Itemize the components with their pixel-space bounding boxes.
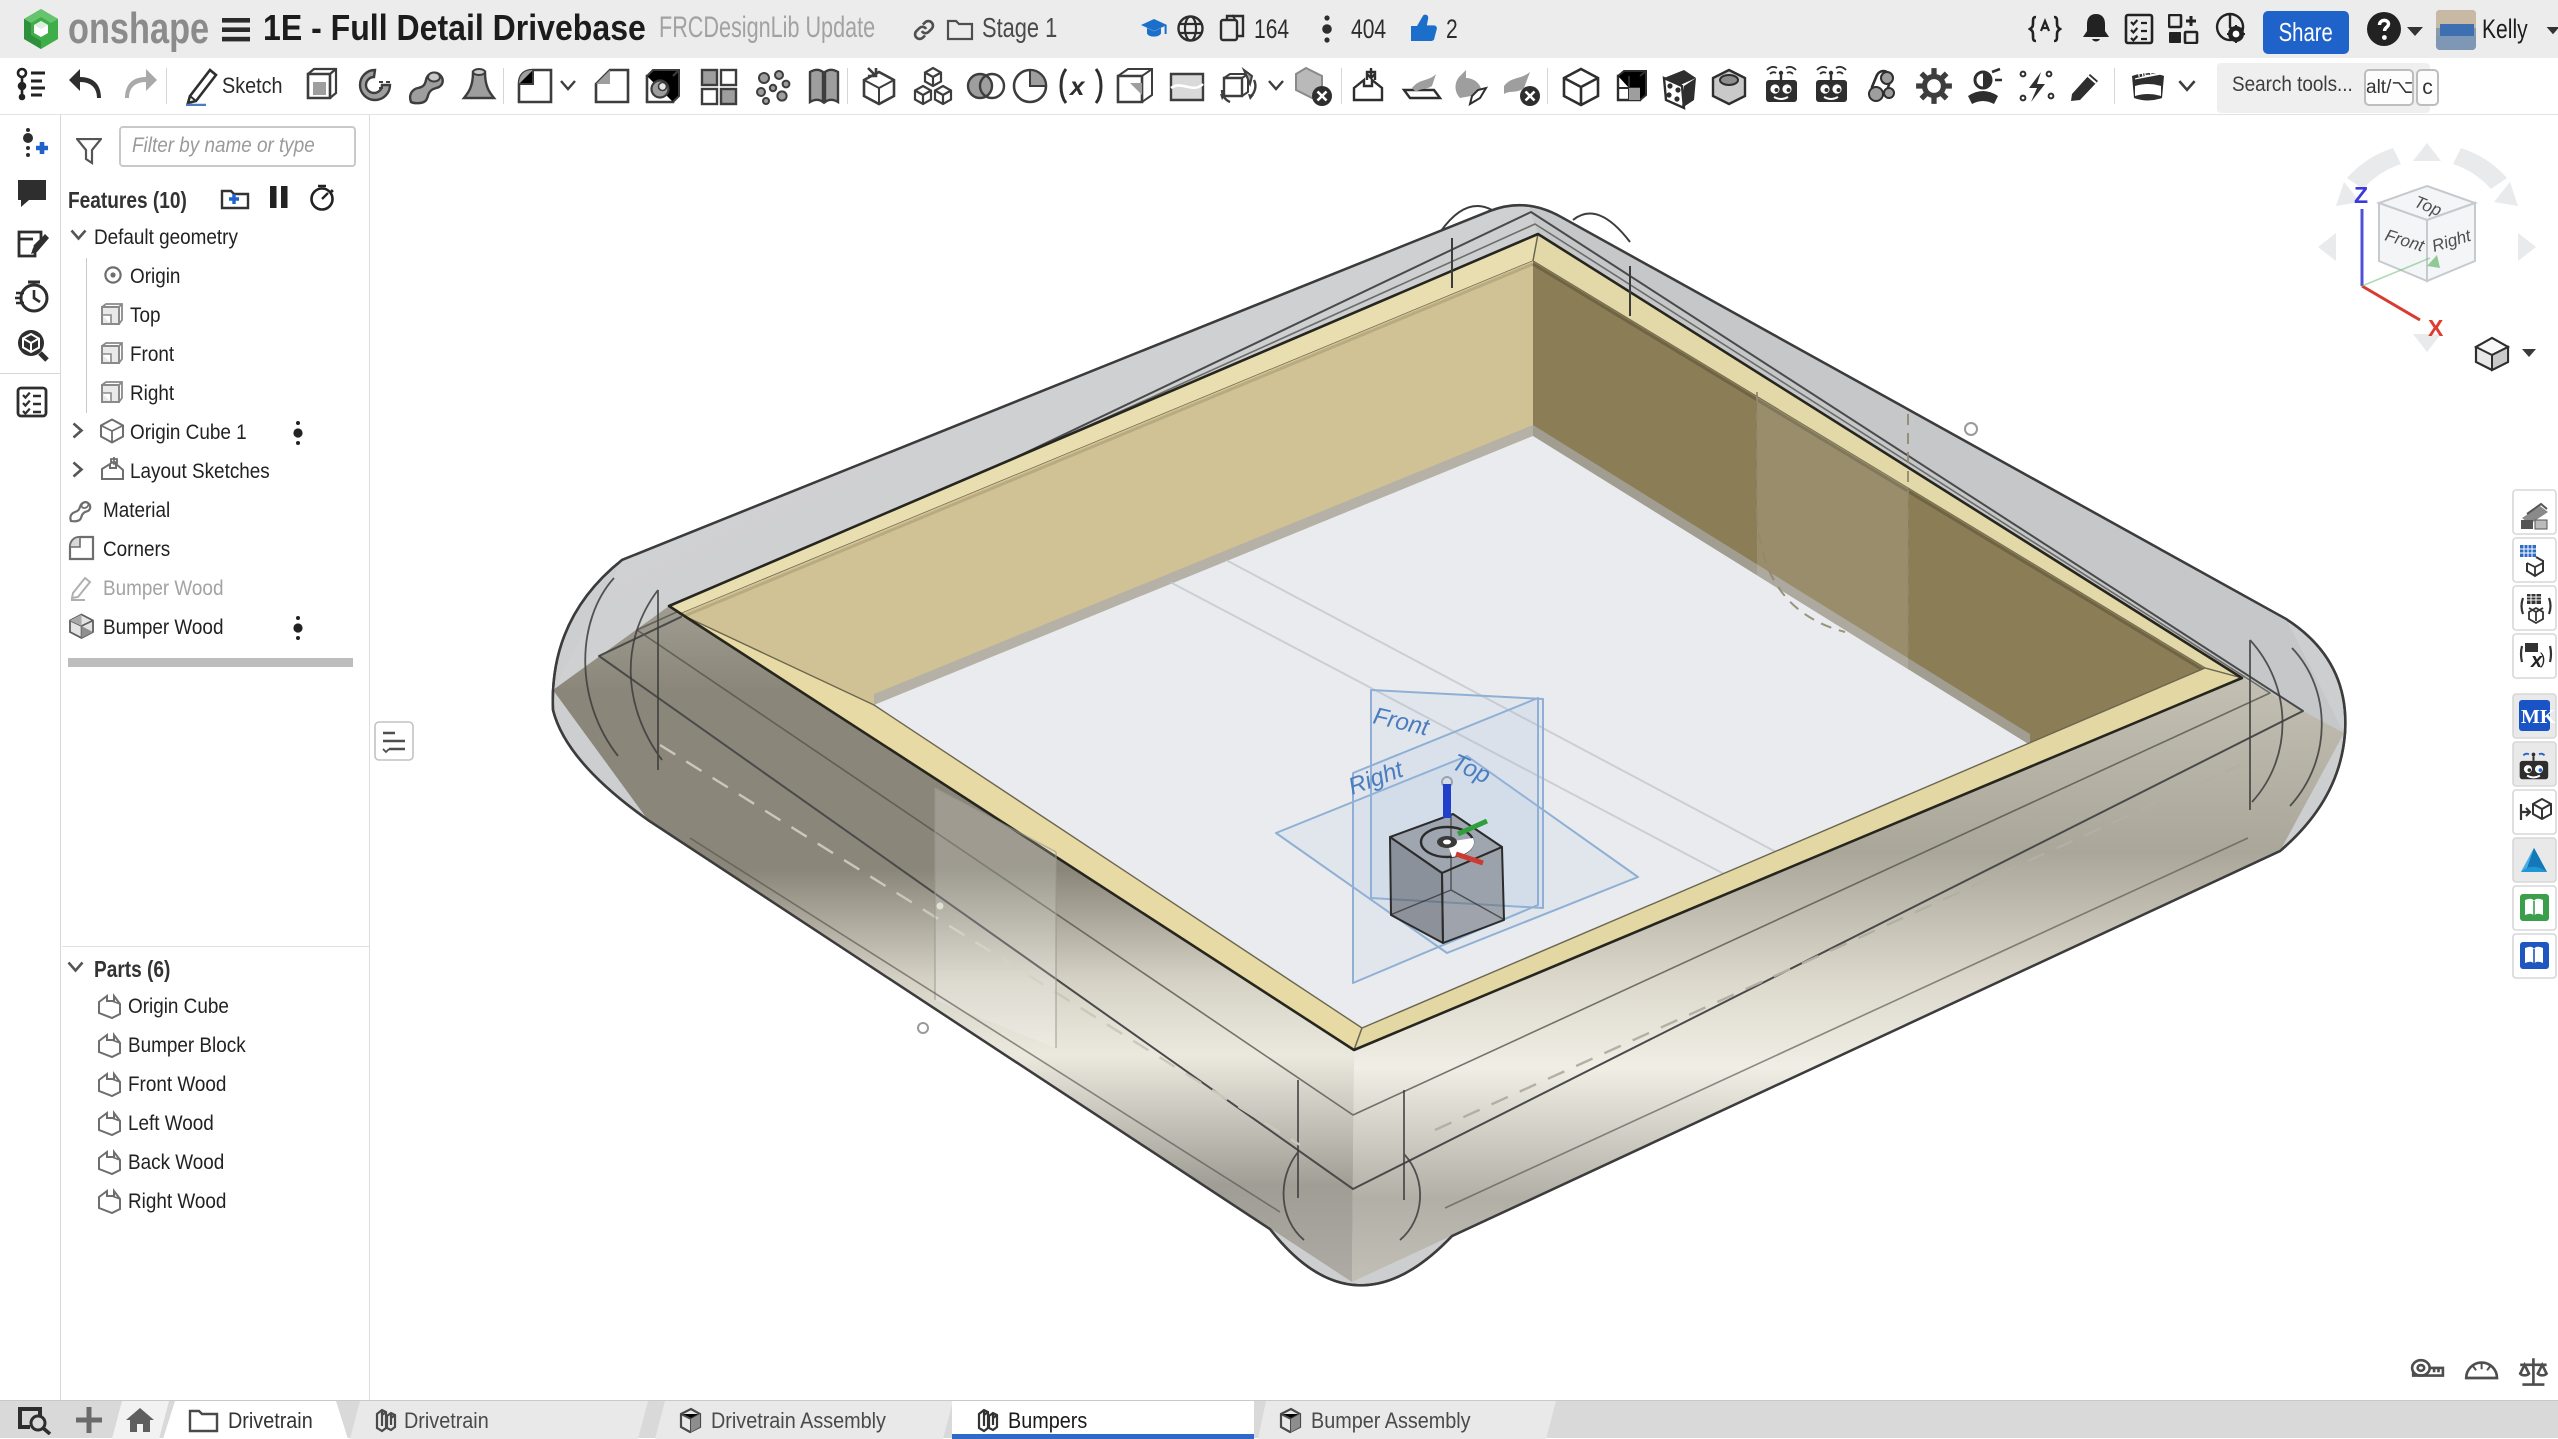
svg-text:): ) bbox=[2540, 651, 2545, 668]
svg-text:Z: Z bbox=[2354, 182, 2368, 208]
svg-text:x: x bbox=[1068, 71, 1086, 101]
svg-text:MK: MK bbox=[2521, 706, 2556, 728]
svg-text:X: X bbox=[2428, 315, 2444, 341]
